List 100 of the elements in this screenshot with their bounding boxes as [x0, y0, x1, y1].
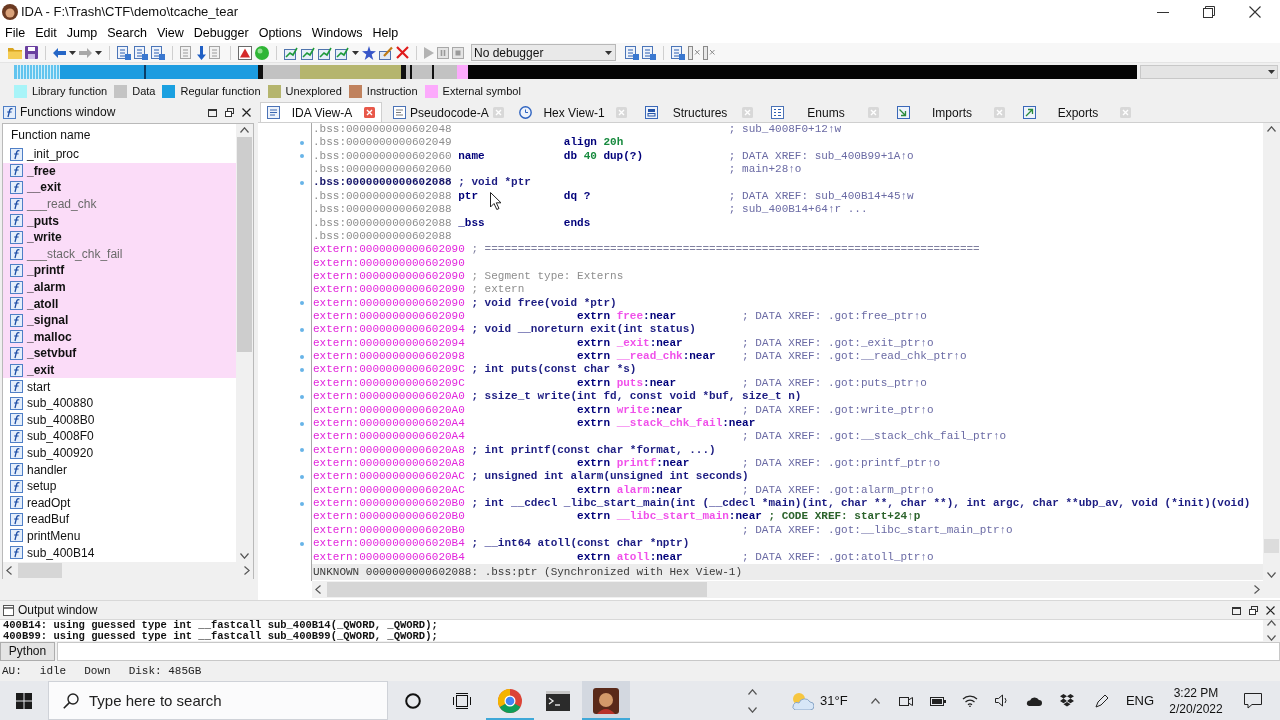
warning-icon[interactable] [238, 45, 252, 60]
menu-item[interactable]: Edit [30, 23, 62, 43]
tab[interactable]: Imports [890, 102, 1012, 122]
horizontal-scrollbar[interactable] [312, 581, 1263, 598]
cross-icon[interactable] [396, 46, 409, 59]
caret-icon[interactable] [95, 50, 102, 55]
bar-cross-icon[interactable] [703, 45, 715, 60]
menu-item[interactable]: File [0, 23, 31, 43]
function-item[interactable]: sub_400880 [3, 394, 236, 412]
chevron-left-icon[interactable] [6, 566, 12, 575]
language-indicator[interactable]: ENG [1125, 693, 1155, 708]
close-icon[interactable] [1249, 5, 1261, 18]
circle-icon[interactable] [405, 692, 421, 709]
function-item[interactable]: sub_400920 [3, 444, 236, 462]
menu-item[interactable]: View [151, 23, 189, 43]
menu-item[interactable]: Options [253, 23, 307, 43]
app-logo-icon[interactable] [593, 687, 619, 714]
down-arrow-icon[interactable] [197, 45, 206, 60]
restore-icon[interactable] [1203, 5, 1215, 18]
chart-icon[interactable] [301, 45, 315, 60]
chevron-down-icon[interactable] [240, 553, 249, 559]
restore-icon[interactable] [1249, 605, 1258, 615]
clock[interactable]: 3:22 PM 2/20/2022 [1166, 684, 1226, 717]
chevron-left-icon[interactable] [315, 585, 321, 594]
battery-icon[interactable] [930, 694, 946, 707]
horizontal-scrollbar[interactable] [3, 562, 253, 579]
language-button[interactable]: Python [0, 641, 55, 661]
four-panes-icon[interactable] [16, 692, 32, 709]
restore-icon[interactable] [225, 107, 234, 117]
bar-cross-icon[interactable] [688, 45, 700, 60]
search-field[interactable]: Type here to search [48, 681, 388, 720]
pause-icon[interactable] [437, 46, 449, 59]
weather-text[interactable]: 31°F [820, 693, 848, 708]
document-icon[interactable] [671, 45, 685, 60]
vertical-scrollbar[interactable] [1263, 123, 1280, 581]
document-icon[interactable] [642, 45, 656, 60]
document-icon[interactable] [625, 45, 639, 60]
tab[interactable]: Hex View-1 [512, 102, 634, 122]
tab[interactable]: Pseudocode-A [386, 102, 508, 122]
function-item[interactable]: sub_4008B0 [3, 411, 236, 429]
diamonds-icon[interactable] [1060, 694, 1074, 707]
maximize-icon[interactable] [208, 107, 217, 117]
chart-icon[interactable] [284, 45, 298, 60]
round-logo-icon[interactable] [498, 688, 522, 713]
chart-icon[interactable] [318, 45, 332, 60]
function-item[interactable]: _printf [3, 262, 236, 279]
scroll-thumb[interactable] [237, 137, 252, 352]
function-item[interactable]: __exit [3, 179, 236, 196]
star-icon[interactable] [362, 45, 376, 60]
document-icon[interactable] [134, 45, 148, 60]
function-item[interactable]: _free [3, 162, 236, 180]
scroll-thumb[interactable] [18, 563, 62, 578]
chevron-up-icon[interactable] [1267, 620, 1276, 626]
pencil-icon[interactable] [379, 45, 393, 60]
chevron-up-icon[interactable] [747, 688, 757, 695]
chevron-up-icon[interactable] [240, 127, 249, 133]
close-icon[interactable] [1266, 605, 1275, 615]
function-item[interactable]: _setvbuf [3, 345, 236, 362]
tab[interactable]: IDA View-A [260, 102, 382, 122]
terminal-icon[interactable] [546, 690, 570, 711]
vertical-scrollbar[interactable] [236, 124, 253, 562]
scroll-thumb[interactable] [1264, 539, 1279, 553]
tab[interactable]: Enums [764, 102, 886, 122]
caret-icon[interactable] [69, 50, 76, 55]
close-icon[interactable] [242, 107, 251, 117]
chevron-down-icon[interactable] [1267, 572, 1276, 578]
maximize-icon[interactable] [1232, 605, 1241, 615]
chevron-down-icon[interactable] [747, 706, 757, 713]
menu-item[interactable]: Help [367, 23, 404, 43]
scroll-thumb[interactable] [327, 582, 707, 597]
menu-item[interactable]: Jump [61, 23, 103, 43]
function-item[interactable]: setup [3, 477, 236, 495]
menu-item[interactable]: Windows [306, 23, 368, 43]
function-item[interactable]: printMenu [3, 527, 236, 545]
caret-icon[interactable] [352, 50, 359, 55]
chevron-right-icon[interactable] [1254, 585, 1260, 594]
chevron-down-icon[interactable] [1267, 635, 1276, 641]
cloud-icon[interactable] [1026, 695, 1042, 706]
function-item[interactable]: start [3, 378, 236, 395]
speaker-icon[interactable] [995, 694, 1009, 707]
column-header[interactable]: Function name [3, 124, 236, 146]
chevron-right-icon[interactable] [244, 566, 250, 575]
function-item[interactable]: readBuf [3, 511, 236, 528]
task-view-icon[interactable] [453, 692, 471, 709]
function-item[interactable]: handler [3, 461, 236, 478]
left-arrow-icon[interactable] [53, 47, 66, 58]
notification-icon[interactable] [1244, 692, 1262, 709]
stop-icon[interactable] [452, 46, 464, 59]
taskbar-button[interactable] [582, 681, 630, 720]
wifi-icon[interactable] [962, 694, 978, 707]
function-item[interactable]: sub_4008F0 [3, 428, 236, 445]
tab[interactable]: Structures [638, 102, 760, 122]
function-item[interactable]: _puts [3, 212, 236, 229]
tab[interactable]: Exports [1016, 102, 1138, 122]
chart-icon[interactable] [335, 45, 349, 60]
pen-icon[interactable] [1095, 693, 1109, 708]
command-input[interactable] [57, 641, 1280, 661]
document-icon[interactable] [117, 45, 131, 60]
save-icon[interactable] [25, 46, 38, 59]
menu-item[interactable]: Debugger [188, 23, 254, 43]
